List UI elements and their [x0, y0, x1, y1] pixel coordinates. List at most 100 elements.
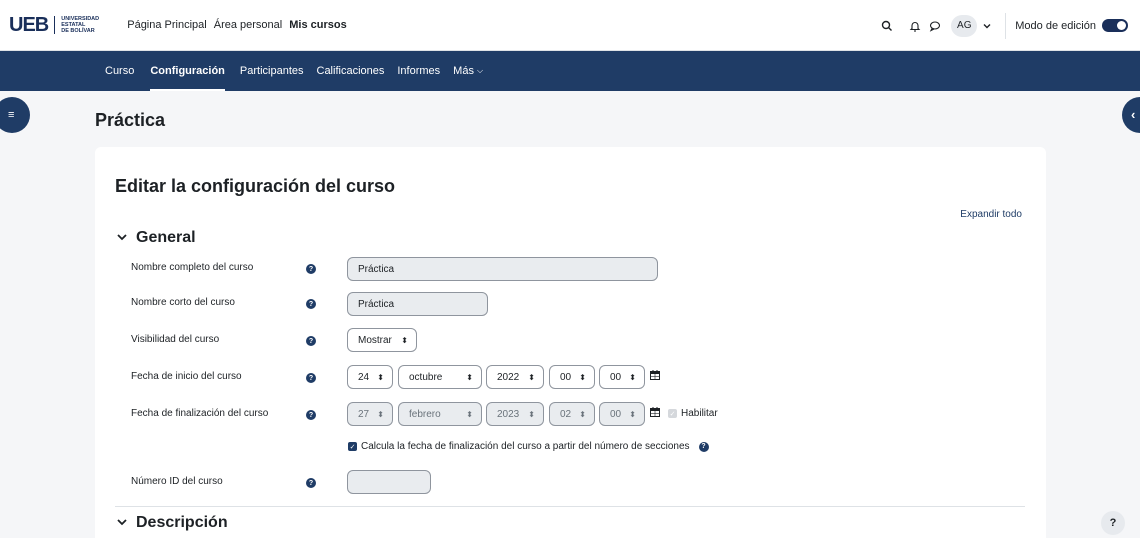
end-year-value: 2023	[497, 408, 520, 420]
chevron-down-icon[interactable]	[979, 18, 995, 34]
menu-icon: ≡	[8, 109, 15, 121]
tab-more[interactable]: Más ⌵	[453, 51, 483, 91]
short-name-label: Nombre corto del curso	[131, 297, 235, 308]
start-date-label: Fecha de inicio del curso	[131, 371, 242, 382]
calendar-icon[interactable]	[650, 407, 660, 420]
visibility-label: Visibilidad del curso	[131, 334, 220, 345]
checkbox-unchecked-icon: ✓	[668, 409, 677, 418]
start-hour-select[interactable]: 00 ⬍	[549, 365, 595, 389]
chevron-down-icon	[117, 517, 127, 529]
help-icon[interactable]: ?	[306, 478, 316, 488]
start-hour-value: 00	[560, 371, 572, 383]
notification-bell-icon[interactable]	[907, 18, 923, 34]
help-icon[interactable]: ?	[306, 373, 316, 383]
end-minute-value: 00	[610, 408, 622, 420]
tab-participants[interactable]: Participantes	[240, 51, 304, 91]
end-day-value: 27	[358, 408, 370, 420]
select-arrows-icon: ⬍	[377, 409, 384, 419]
tab-course[interactable]: Curso	[105, 51, 134, 91]
visibility-select[interactable]: Mostrar ⬍	[347, 328, 417, 352]
start-year-select[interactable]: 2022 ⬍	[486, 365, 544, 389]
section-description-title: Descripción	[136, 514, 228, 531]
full-name-label: Nombre completo del curso	[131, 262, 254, 273]
select-arrows-icon: ⬍	[579, 372, 586, 382]
select-arrows-icon: ⬍	[579, 409, 586, 419]
enable-label: Habilitar	[681, 408, 718, 419]
id-number-input[interactable]	[347, 470, 431, 494]
course-index-toggle[interactable]: ≡	[0, 97, 30, 133]
nav-home[interactable]: Página Principal	[127, 19, 207, 31]
tab-settings[interactable]: Configuración	[150, 51, 225, 91]
page-title: Práctica	[95, 110, 166, 130]
logo-text: UEB	[9, 13, 49, 36]
start-day-select[interactable]: 24 ⬍	[347, 365, 393, 389]
course-navigation: Curso Configuración Participantes Califi…	[0, 51, 1140, 91]
site-logo[interactable]: UEB UNIVERSIDAD ESTATAL DE BOLÍVAR	[9, 14, 105, 37]
edit-mode-toggle[interactable]	[1102, 19, 1128, 32]
logo-line-3: DE BOLÍVAR	[61, 28, 95, 34]
section-general-header[interactable]: General	[117, 229, 196, 247]
end-date-label: Fecha de finalización del curso	[131, 408, 269, 419]
help-icon[interactable]: ?	[306, 264, 316, 274]
search-icon[interactable]	[879, 18, 895, 34]
end-year-select[interactable]: 2023 ⬍	[486, 402, 544, 426]
end-month-select[interactable]: febrero ⬍	[398, 402, 482, 426]
expand-all-link[interactable]: Expandir todo	[960, 209, 1022, 220]
nav-my-courses[interactable]: Mis cursos	[289, 19, 346, 31]
section-divider	[115, 506, 1025, 507]
user-avatar[interactable]: AG	[951, 14, 978, 37]
short-name-input[interactable]: Práctica	[347, 292, 488, 316]
nav-personal-area[interactable]: Área personal	[214, 19, 283, 31]
calc-end-date-checkbox[interactable]: ✓ Calcula la fecha de finalización del c…	[348, 441, 709, 452]
chevron-down-icon	[117, 232, 127, 244]
start-month-value: octubre	[409, 371, 443, 383]
select-arrows-icon: ⬍	[629, 372, 636, 382]
select-arrows-icon: ⬍	[466, 409, 473, 419]
block-drawer-toggle[interactable]: ‹	[1122, 97, 1140, 133]
help-float-button[interactable]: ?	[1101, 511, 1125, 535]
start-minute-value: 00	[610, 371, 622, 383]
enable-end-date-checkbox[interactable]: ✓ Habilitar	[668, 408, 718, 419]
full-name-input[interactable]: Práctica	[347, 257, 658, 281]
help-icon[interactable]: ?	[306, 410, 316, 420]
select-arrows-icon: ⬍	[377, 372, 384, 382]
tab-reports[interactable]: Informes	[397, 51, 440, 91]
end-hour-select[interactable]: 02 ⬍	[549, 402, 595, 426]
select-arrows-icon: ⬍	[466, 372, 473, 382]
select-arrows-icon: ⬍	[528, 409, 535, 419]
start-day-value: 24	[358, 371, 370, 383]
settings-form-card: Editar la configuración del curso Expand…	[95, 147, 1046, 538]
select-arrows-icon: ⬍	[401, 335, 408, 345]
start-month-select[interactable]: octubre ⬍	[398, 365, 482, 389]
tab-grades[interactable]: Calificaciones	[317, 51, 385, 91]
help-icon[interactable]: ?	[306, 299, 316, 309]
visibility-value: Mostrar	[358, 334, 392, 346]
chevron-left-icon: ‹	[1131, 107, 1136, 122]
logo-separator	[54, 16, 56, 34]
messages-icon[interactable]	[927, 18, 943, 34]
calc-end-date-label: Calcula la fecha de finalización del cur…	[361, 441, 690, 452]
chevron-down-icon: ⌵	[476, 66, 484, 75]
select-arrows-icon: ⬍	[629, 409, 636, 419]
start-year-value: 2022	[497, 371, 520, 383]
divider	[1005, 12, 1007, 39]
start-minute-select[interactable]: 00 ⬍	[599, 365, 645, 389]
id-number-label: Número ID del curso	[131, 476, 223, 487]
end-hour-value: 02	[560, 408, 572, 420]
section-general-title: General	[136, 229, 196, 246]
end-minute-select[interactable]: 00 ⬍	[599, 402, 645, 426]
help-icon[interactable]: ?	[698, 441, 709, 452]
primary-navigation: Página Principal Área personal Mis curso…	[127, 19, 346, 31]
end-day-select[interactable]: 27 ⬍	[347, 402, 393, 426]
calendar-icon[interactable]	[650, 370, 660, 383]
end-month-value: febrero	[409, 408, 441, 420]
checkbox-checked-icon: ✓	[348, 442, 357, 451]
edit-mode-label: Modo de edición	[1015, 19, 1096, 32]
help-icon[interactable]: ?	[306, 336, 316, 346]
tab-more-label: Más	[453, 65, 474, 77]
form-title: Editar la configuración del curso	[115, 176, 396, 196]
top-navbar: UEB UNIVERSIDAD ESTATAL DE BOLÍVAR Págin…	[0, 0, 1140, 51]
select-arrows-icon: ⬍	[528, 372, 535, 382]
section-description-header[interactable]: Descripción	[117, 514, 228, 532]
user-tools: AG Modo de edición	[879, 0, 1140, 51]
